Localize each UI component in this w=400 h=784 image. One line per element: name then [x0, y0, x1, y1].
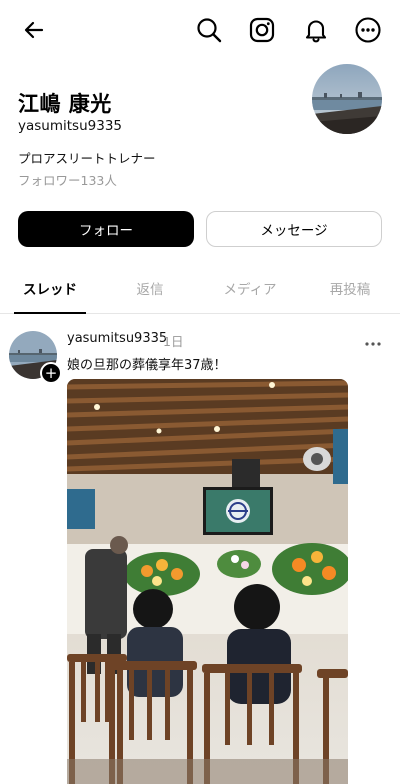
post-text: 娘の旦那の葬儀享年37歳！: [67, 358, 227, 373]
back-arrow-icon[interactable]: [18, 14, 50, 46]
thread-post: + yasumitsu9335 1日 娘の旦那の葬儀享年37歳！: [0, 314, 400, 784]
profile-avatar[interactable]: [312, 64, 382, 134]
profile-bio: プロアスリートトレナー: [18, 151, 156, 166]
top-bar: [0, 0, 400, 64]
follow-button[interactable]: フォロー: [18, 211, 194, 247]
search-icon[interactable]: [193, 14, 225, 46]
more-options-icon[interactable]: [352, 14, 384, 46]
profile-display-name: 江嶋 康光: [18, 92, 112, 116]
message-button[interactable]: メッセージ: [206, 211, 382, 247]
tab-reposts[interactable]: 再投稿: [310, 278, 390, 298]
post-username[interactable]: yasumitsu9335: [67, 331, 167, 346]
tab-replies[interactable]: 返信: [110, 278, 190, 298]
followers-count[interactable]: フォロワー133人: [18, 170, 117, 189]
instagram-icon[interactable]: [246, 14, 278, 46]
bell-icon[interactable]: [300, 14, 332, 46]
profile-username: yasumitsu9335: [18, 118, 122, 134]
profile-tabs: スレッド 返信 メディア 再投稿: [0, 266, 400, 314]
post-photo[interactable]: [67, 379, 348, 784]
profile-header: 江嶋 康光 yasumitsu9335 プロアスリートトレナー フォロワー133…: [0, 64, 400, 194]
post-more-icon[interactable]: [364, 332, 382, 351]
follow-plus-badge[interactable]: +: [40, 362, 62, 384]
post-timestamp: 1日: [163, 334, 184, 349]
tab-media[interactable]: メディア: [210, 278, 290, 298]
tab-threads[interactable]: スレッド: [10, 278, 90, 298]
